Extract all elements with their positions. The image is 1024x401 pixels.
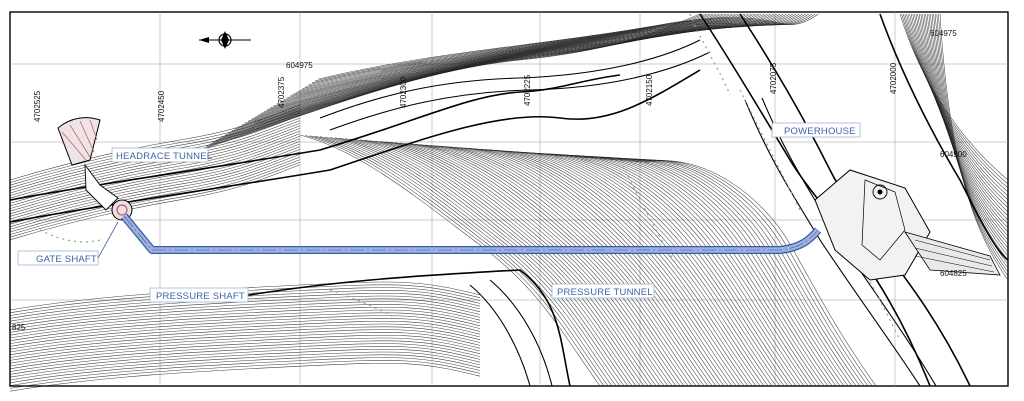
label-powerhouse: POWERHOUSE xyxy=(771,122,861,138)
svg-text:HEADRACE TUNNEL: HEADRACE TUNNEL xyxy=(116,151,212,162)
svg-text:POWERHOUSE: POWERHOUSE xyxy=(784,126,856,137)
easting-4702375: 4702375 xyxy=(277,76,286,108)
svg-text:PRESSURE SHAFT: PRESSURE SHAFT xyxy=(156,291,245,302)
label-headrace-tunnel: HEADRACE TUNNEL xyxy=(111,147,212,163)
northing-604975-right: 604975 xyxy=(930,29,957,38)
easting-4702075: 4702075 xyxy=(769,62,778,94)
site-plan-map: 4702525 4702450 4702375 4702300 4702225 … xyxy=(9,11,1009,392)
easting-4702300: 4702300 xyxy=(399,76,408,108)
northing-604825: 604825 xyxy=(940,269,967,278)
northing-604900: 604900 xyxy=(940,150,967,159)
label-pressure-tunnel: PRESSURE TUNNEL xyxy=(551,283,655,299)
easting-4702150: 4702150 xyxy=(645,74,654,106)
easting-4702525: 4702525 xyxy=(33,90,42,122)
label-pressure-shaft: PRESSURE SHAFT xyxy=(149,287,249,303)
easting-4702225: 4702225 xyxy=(523,74,532,106)
northing-604975-left: 604975 xyxy=(286,61,313,70)
northing-825-left: 825 xyxy=(12,323,26,332)
svg-text:PRESSURE TUNNEL: PRESSURE TUNNEL xyxy=(557,287,653,298)
svg-text:GATE SHAFT: GATE SHAFT xyxy=(36,254,97,265)
easting-4702450: 4702450 xyxy=(157,90,166,122)
easting-4702000: 4702000 xyxy=(889,62,898,94)
